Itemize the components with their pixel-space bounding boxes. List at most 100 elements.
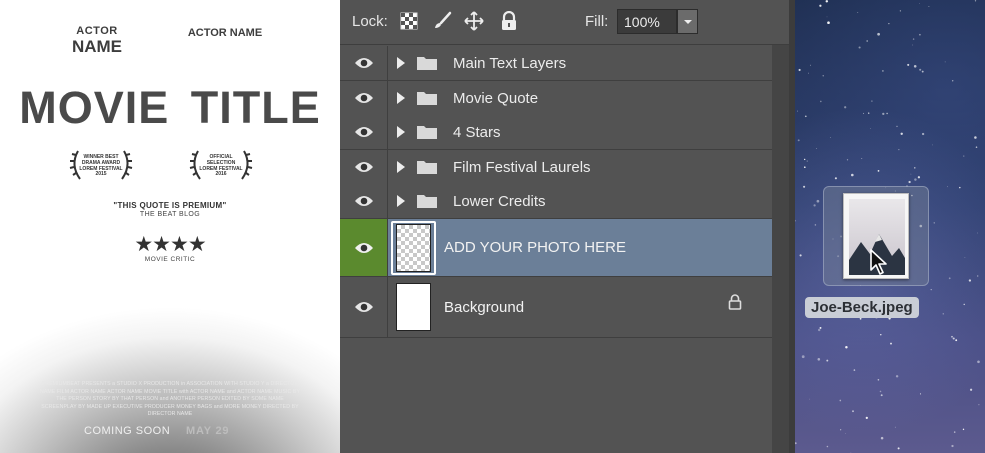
expand-arrow-icon[interactable]: [397, 195, 405, 207]
star-dot: [880, 394, 883, 397]
laurel-left-text: WINNER BEST DRAMA AWARD LOREM FESTIVAL 2…: [79, 154, 123, 178]
layer-background[interactable]: Background: [340, 277, 772, 338]
lock-label: Lock:: [352, 13, 388, 30]
star-dot: [932, 144, 934, 146]
fill-label: Fill:: [585, 13, 609, 30]
star-dot: [797, 139, 800, 142]
visibility-toggle[interactable]: [340, 277, 388, 337]
layer-lock-icon[interactable]: [728, 294, 742, 315]
eye-icon: [354, 127, 373, 137]
layer-group-label[interactable]: Main Text Layers: [453, 55, 566, 72]
star-dot: [877, 170, 880, 172]
brush-lock-icon[interactable]: [431, 10, 453, 32]
fill-input[interactable]: 100%: [617, 9, 677, 34]
star-dot: [899, 10, 902, 12]
eye-icon: [354, 162, 373, 172]
layer-group-label[interactable]: Film Festival Laurels: [453, 159, 591, 176]
star-dot: [826, 16, 828, 18]
visibility-toggle[interactable]: [340, 219, 388, 276]
star-dot: [804, 115, 807, 118]
star-dot: [862, 112, 865, 115]
move-lock-icon[interactable]: [463, 10, 485, 32]
padlock-icon[interactable]: [498, 10, 520, 32]
coming-soon-text: COMING SOON: [84, 425, 171, 437]
transparency-lock-icon[interactable]: [398, 10, 420, 32]
star-dot: [914, 178, 917, 181]
star-dot: [845, 346, 848, 349]
star-dot: [900, 132, 903, 135]
critic-label: MOVIE CRITIC: [144, 256, 196, 263]
star-dot: [921, 70, 924, 73]
star-dot: [801, 355, 805, 359]
visibility-toggle[interactable]: [340, 184, 388, 218]
star-dot: [898, 149, 900, 151]
layers-scrollbar[interactable]: [772, 45, 789, 453]
layer-group-row[interactable]: Main Text Layers: [340, 46, 772, 81]
star-dot: [933, 222, 935, 224]
star-dot: [808, 72, 809, 74]
star-dot: [826, 359, 829, 362]
folder-icon: [417, 195, 437, 208]
star-dot: [882, 70, 884, 72]
star-dot: [919, 33, 921, 36]
eye-icon: [354, 302, 373, 312]
star-dot: [928, 6, 930, 8]
star-dot: [861, 158, 863, 159]
star-dot: [896, 125, 898, 128]
star-dot: [825, 0, 829, 3]
star-dot: [859, 317, 862, 320]
star-dot: [913, 65, 917, 68]
actor-name-2: ACTOR NAME: [187, 27, 263, 39]
star-dot: [910, 173, 912, 175]
quote-source: THE BEAT BLOG: [139, 211, 201, 218]
star-dot: [930, 289, 932, 291]
layer-group-row[interactable]: Movie Quote: [340, 81, 772, 116]
layer-group-label[interactable]: Movie Quote: [453, 90, 538, 107]
expand-arrow-icon[interactable]: [397, 126, 405, 138]
star-dot: [866, 40, 869, 42]
visibility-toggle[interactable]: [340, 46, 388, 80]
star-dot: [977, 360, 980, 364]
mouse-cursor-icon: [870, 249, 887, 275]
star-dot: [803, 166, 806, 169]
layers-panel: Lock: Fill: 100% Main Text Layers Movie …: [340, 0, 795, 453]
star-dot: [817, 358, 821, 361]
layer-name[interactable]: ADD YOUR PHOTO HERE: [444, 239, 626, 256]
star-dot: [908, 180, 911, 184]
layer-group-row[interactable]: Film Festival Laurels: [340, 150, 772, 185]
star-dot: [814, 224, 817, 226]
star-dot: [955, 339, 958, 342]
layer-group-label[interactable]: 4 Stars: [453, 124, 501, 141]
movie-poster-canvas[interactable]: ACTOR NAME ACTOR NAME MOVIE TITLE WINNER…: [0, 0, 340, 453]
visibility-toggle[interactable]: [340, 150, 388, 184]
file-name-label[interactable]: Joe-Beck.jpeg: [805, 297, 919, 318]
star-dot: [822, 75, 824, 77]
star-dot: [959, 186, 961, 189]
star-dot: [963, 303, 965, 306]
actor-name-1: ACTOR NAME: [62, 25, 132, 56]
star-dot: [951, 444, 954, 448]
expand-arrow-icon[interactable]: [397, 57, 405, 69]
star-dot: [951, 335, 953, 338]
layer-add-your-photo[interactable]: ADD YOUR PHOTO HERE: [340, 219, 772, 277]
layer-name[interactable]: Background: [444, 299, 524, 316]
star-dot: [944, 61, 946, 63]
expand-arrow-icon[interactable]: [397, 92, 405, 104]
layer-group-label[interactable]: Lower Credits: [453, 193, 546, 210]
layer-group-row[interactable]: 4 Stars: [340, 115, 772, 150]
star-dot: [840, 429, 842, 431]
expand-arrow-icon[interactable]: [397, 161, 405, 173]
star-dot: [953, 431, 956, 433]
star-dot: [795, 442, 797, 445]
star-dot: [839, 399, 842, 402]
fill-dropdown-button[interactable]: [677, 9, 698, 34]
star-dot: [974, 0, 977, 2]
star-dot: [871, 100, 873, 102]
visibility-toggle[interactable]: [340, 115, 388, 149]
star-dot: [817, 328, 821, 332]
star-dot: [806, 160, 808, 162]
actor-name-1-line1: ACTOR: [76, 25, 118, 37]
visibility-toggle[interactable]: [340, 81, 388, 115]
star-dot: [819, 326, 822, 329]
layer-group-row[interactable]: Lower Credits: [340, 184, 772, 219]
